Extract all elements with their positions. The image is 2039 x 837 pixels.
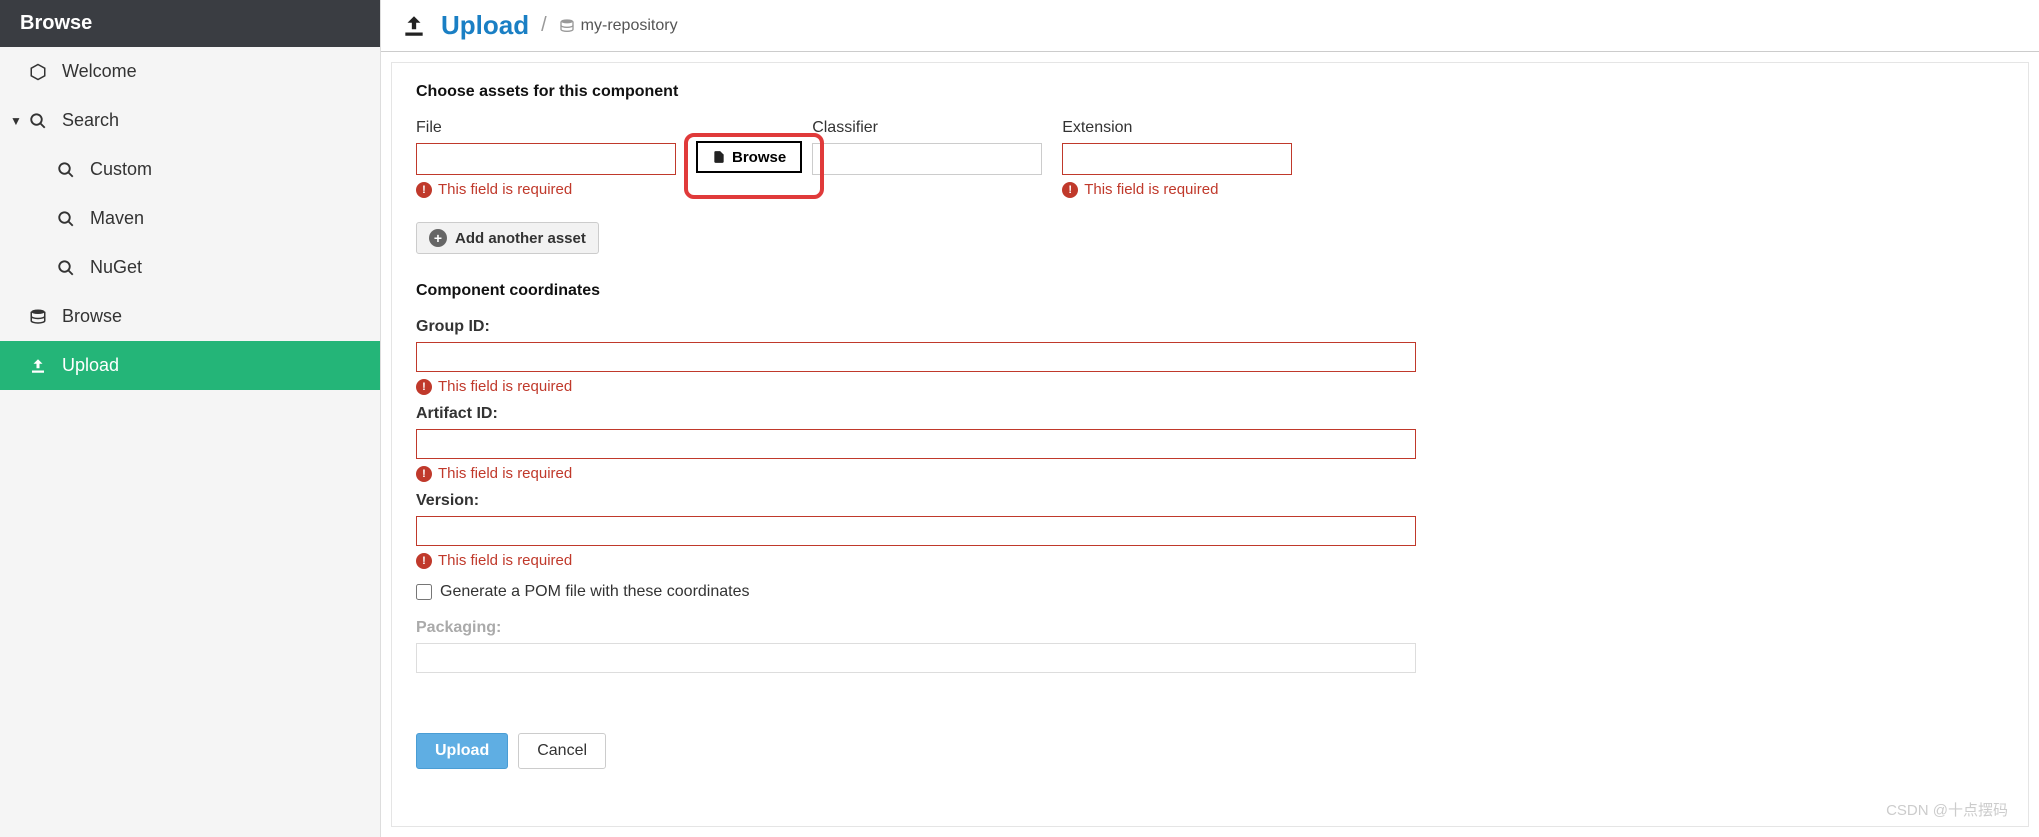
- browse-button[interactable]: Browse: [696, 141, 802, 173]
- sidebar-item-search[interactable]: ▼ Search: [0, 96, 380, 145]
- artifact-id-error: ! This field is required: [416, 465, 2004, 482]
- plus-icon: +: [429, 229, 447, 247]
- database-icon: [28, 308, 48, 326]
- add-another-asset-button[interactable]: + Add another asset: [416, 222, 599, 254]
- breadcrumb-title[interactable]: Upload: [441, 10, 529, 41]
- version-input[interactable]: [416, 516, 1416, 546]
- search-icon: [56, 259, 76, 277]
- search-icon: [56, 210, 76, 228]
- hexagon-icon: [28, 63, 48, 81]
- sidebar-item-label: Custom: [90, 159, 152, 180]
- file-input[interactable]: [416, 143, 676, 175]
- group-id-label: Group ID:: [416, 318, 2004, 336]
- upload-button[interactable]: Upload: [416, 733, 508, 769]
- watermark: CSDN @十点摆码: [1886, 799, 2008, 820]
- error-icon: !: [416, 553, 432, 569]
- sidebar-item-custom[interactable]: Custom: [0, 145, 380, 194]
- sidebar-item-nuget[interactable]: NuGet: [0, 243, 380, 292]
- sidebar: Browse Welcome ▼ Search Custom: [0, 0, 381, 837]
- sidebar-item-welcome[interactable]: Welcome: [0, 47, 380, 96]
- artifact-id-input[interactable]: [416, 429, 1416, 459]
- file-error: ! This field is required: [416, 181, 676, 198]
- file-icon: [712, 150, 726, 164]
- sidebar-item-label: Browse: [62, 306, 122, 327]
- extension-error: ! This field is required: [1062, 181, 1292, 198]
- error-icon: !: [416, 466, 432, 482]
- packaging-input[interactable]: [416, 643, 1416, 673]
- error-icon: !: [416, 379, 432, 395]
- group-id-input[interactable]: [416, 342, 1416, 372]
- search-icon: [56, 161, 76, 179]
- classifier-input[interactable]: [812, 143, 1042, 175]
- sidebar-item-browse[interactable]: Browse: [0, 292, 380, 341]
- version-error: ! This field is required: [416, 552, 2004, 569]
- sidebar-item-label: Maven: [90, 208, 144, 229]
- version-label: Version:: [416, 492, 2004, 510]
- error-icon: !: [1062, 182, 1078, 198]
- breadcrumb-separator: /: [541, 14, 547, 37]
- database-icon: [559, 18, 575, 34]
- group-id-error: ! This field is required: [416, 378, 2004, 395]
- sidebar-item-label: Search: [62, 110, 119, 131]
- artifact-id-label: Artifact ID:: [416, 405, 2004, 423]
- classifier-label: Classifier: [812, 119, 1042, 137]
- file-label: File: [416, 119, 676, 137]
- sidebar-item-upload[interactable]: Upload: [0, 341, 380, 390]
- sidebar-header: Browse: [0, 0, 380, 47]
- packaging-label: Packaging:: [416, 619, 2004, 637]
- sidebar-item-label: NuGet: [90, 257, 142, 278]
- generate-pom-label: Generate a POM file with these coordinat…: [440, 583, 750, 601]
- generate-pom-checkbox[interactable]: [416, 584, 432, 600]
- upload-icon: [401, 13, 427, 39]
- breadcrumb: Upload / my-repository: [381, 0, 2039, 52]
- error-icon: !: [416, 182, 432, 198]
- cancel-button[interactable]: Cancel: [518, 733, 606, 769]
- coords-section-title: Component coordinates: [416, 282, 2004, 300]
- sidebar-item-label: Upload: [62, 355, 119, 376]
- assets-section-title: Choose assets for this component: [416, 83, 2004, 101]
- breadcrumb-repo: my-repository: [581, 17, 678, 35]
- search-icon: [28, 112, 48, 130]
- extension-label: Extension: [1062, 119, 1292, 137]
- caret-down-icon: ▼: [10, 114, 24, 128]
- extension-input[interactable]: [1062, 143, 1292, 175]
- main-content: Upload / my-repository Choose assets for…: [381, 0, 2039, 837]
- sidebar-item-maven[interactable]: Maven: [0, 194, 380, 243]
- sidebar-item-label: Welcome: [62, 61, 137, 82]
- upload-icon: [28, 357, 48, 375]
